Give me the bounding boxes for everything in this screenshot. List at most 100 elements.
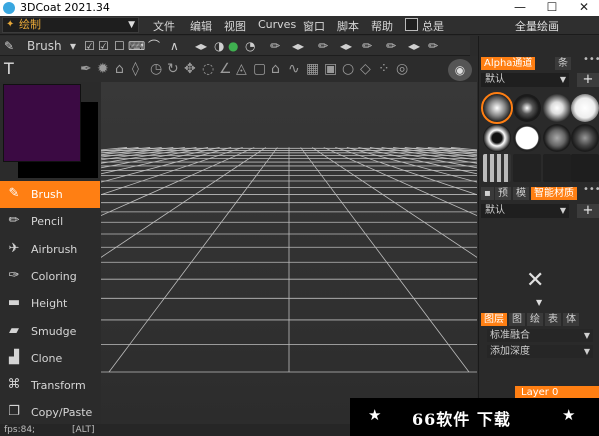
depth-checkbox-icon[interactable]: ☑ (84, 39, 95, 53)
mouse-icon[interactable]: ⌨ (128, 39, 145, 53)
arrows-left-right-icon[interactable]: ◂▸ (195, 39, 207, 53)
chevron-down-icon[interactable]: ▼ (536, 298, 542, 307)
pen-opacity-icon[interactable]: ✏ (362, 39, 372, 53)
gloss-checkbox-icon[interactable]: ☐ (114, 39, 125, 53)
menu-help[interactable]: 帮助 (371, 18, 393, 34)
room-select[interactable]: ✦ 绘制 ▼ (2, 17, 139, 33)
close-button[interactable]: ✕ (569, 0, 599, 16)
more-icon[interactable]: ••• (583, 184, 599, 195)
arrows-left-right-icon[interactable]: ◂▸ (408, 39, 420, 53)
pen-extra-icon[interactable]: ✏ (428, 39, 438, 53)
menu-file[interactable]: 文件 (153, 18, 175, 34)
alpha-item[interactable] (481, 92, 513, 124)
pen-size-icon[interactable]: ✏ (318, 39, 328, 53)
specular-icon[interactable]: ◔ (245, 39, 255, 53)
tool-brush[interactable]: ✎ Brush (0, 181, 100, 208)
rotate-icon[interactable]: ↻ (167, 61, 179, 77)
tab-surface[interactable]: 表 (545, 313, 561, 326)
arrows-left-right-icon[interactable]: ◂▸ (340, 39, 352, 53)
menu-script[interactable]: 脚本 (337, 18, 359, 34)
menu-window[interactable]: 窗口 (303, 18, 325, 34)
tool-copy-paste[interactable]: ❐ Copy/Paste (0, 399, 100, 426)
add-material-button[interactable]: + (577, 204, 599, 218)
ring-icon[interactable]: ○ (342, 61, 354, 77)
window-title: 3DCoat 2021.34 (20, 1, 110, 14)
sphere-icon[interactable]: ◑ (214, 39, 224, 53)
camera-icon[interactable]: ◉ (448, 59, 472, 81)
minimize-button[interactable]: — (505, 0, 535, 16)
frame-icon[interactable]: ▢ (253, 61, 266, 77)
chevron-down-icon: ▼ (128, 20, 135, 30)
alpha-item[interactable] (483, 124, 511, 152)
pen-depth-icon[interactable]: ✏ (386, 39, 396, 53)
drop-icon[interactable]: ◊ (132, 61, 139, 77)
arrows-left-right-icon[interactable]: ◂▸ (292, 39, 304, 53)
alpha-item[interactable] (571, 124, 599, 152)
alpha-item[interactable] (513, 94, 541, 122)
tab-layers[interactable]: 图层 (481, 313, 507, 326)
material-preset-select[interactable]: 默认 ▼ (481, 204, 569, 218)
tab-presets-icon[interactable]: ▪ (481, 187, 494, 200)
tab-models[interactable]: 模 (513, 187, 529, 200)
alpha-item[interactable] (543, 124, 571, 152)
tab-presets[interactable]: 预 (495, 187, 511, 200)
fill-icon[interactable]: ◬ (236, 61, 247, 77)
lamp-icon[interactable]: ⌂ (115, 61, 124, 77)
tool-clone[interactable]: ▟ Clone (0, 345, 100, 372)
clock-icon[interactable]: ◷ (150, 61, 162, 77)
menu-curves[interactable]: Curves (258, 18, 296, 31)
wave-icon[interactable]: ∿ (288, 61, 300, 77)
smudge-icon: ▰ (9, 322, 19, 338)
tab-smart-materials[interactable]: 智能材质 (531, 187, 577, 200)
depth-mode-select[interactable]: 添加深度 ▼ (487, 345, 593, 358)
menu-edit[interactable]: 编辑 (190, 18, 212, 34)
alpha-item[interactable] (513, 124, 541, 152)
chevron-down-icon[interactable]: ▾ (70, 39, 76, 53)
text-tool-icon[interactable]: T (4, 61, 14, 77)
color-checkbox-icon[interactable]: ☑ (98, 39, 109, 53)
tab-strips[interactable]: 条 (555, 57, 571, 70)
angle-icon[interactable]: ∠ (219, 61, 232, 77)
tile-icon[interactable]: ▣ (324, 61, 337, 77)
tool-smudge[interactable]: ▰ Smudge (0, 318, 100, 345)
maximize-button[interactable]: ☐ (537, 0, 567, 16)
alpha-item[interactable] (543, 94, 571, 122)
blend-mode-select[interactable]: 标准融合 ▼ (487, 329, 593, 342)
select-icon[interactable]: ◌ (202, 61, 214, 77)
menu-view[interactable]: 视图 (224, 18, 246, 34)
tool-coloring[interactable]: ✑ Coloring (0, 263, 100, 290)
alpha-item[interactable] (483, 154, 511, 182)
wheel-icon[interactable]: ◎ (396, 61, 408, 77)
alpha-preset-select[interactable]: 默认 ▼ (481, 73, 569, 87)
paint-mode-label[interactable]: 全量绘画 (515, 18, 559, 34)
grid-icon[interactable]: ▦ (306, 61, 319, 77)
falloff-curve-icon[interactable]: ⌒ (148, 39, 160, 53)
always-checkbox[interactable] (405, 18, 418, 31)
alpha-item[interactable] (513, 154, 541, 182)
tab-paint[interactable]: 绘 (527, 313, 543, 326)
alpha-item[interactable] (543, 154, 571, 182)
alpha-item[interactable] (571, 94, 599, 122)
close-icon[interactable]: ✕ (526, 268, 544, 293)
add-alpha-button[interactable]: + (577, 73, 599, 87)
tool-airbrush[interactable]: ✈ Airbrush (0, 236, 100, 263)
stroke-mode-icon[interactable]: ∧ (170, 39, 179, 53)
tool-height[interactable]: ▬ Height (0, 290, 100, 317)
tab-volume[interactable]: 体 (563, 313, 579, 326)
dots-icon[interactable]: ⁘ (378, 61, 390, 77)
home-icon[interactable]: ⌂ (271, 61, 280, 77)
green-dot-icon[interactable]: ● (228, 39, 238, 53)
tool-transform[interactable]: ⌘ Transform (0, 372, 100, 399)
primary-color-swatch[interactable] (3, 84, 81, 162)
shape-icon[interactable]: ◇ (360, 61, 371, 77)
more-icon[interactable]: ••• (583, 54, 599, 65)
tab-image[interactable]: 图 (509, 313, 525, 326)
tool-pencil[interactable]: ✏ Pencil (0, 208, 100, 235)
move-icon[interactable]: ✥ (184, 61, 196, 77)
pen-shape-icon[interactable]: ✒ (80, 61, 92, 77)
tab-alpha[interactable]: Alpha通道 (481, 57, 536, 70)
sun-icon[interactable]: ✹ (97, 61, 109, 77)
3d-viewport[interactable] (101, 82, 477, 424)
pen-pressure-icon[interactable]: ✏ (270, 39, 280, 53)
alpha-item[interactable] (571, 154, 599, 182)
